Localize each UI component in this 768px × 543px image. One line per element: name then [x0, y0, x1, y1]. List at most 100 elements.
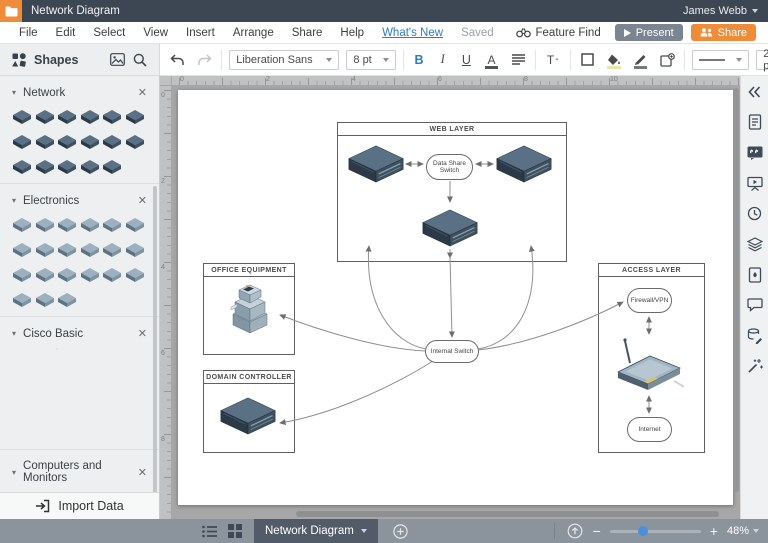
- v-scrollbar[interactable]: [733, 88, 739, 509]
- cisco-shape[interactable]: [12, 399, 33, 417]
- electronics-shape[interactable]: [35, 266, 56, 284]
- network-shape[interactable]: [125, 133, 146, 151]
- network-shape[interactable]: [12, 133, 33, 151]
- collapse-panel-icon[interactable]: [746, 83, 763, 100]
- line-style-select[interactable]: [692, 50, 749, 70]
- firewall-vpn-node[interactable]: Firewall/VPN: [627, 288, 672, 313]
- history-icon[interactable]: [746, 205, 763, 222]
- network-shape[interactable]: [12, 108, 33, 126]
- network-shape[interactable]: [57, 108, 78, 126]
- text-color-button[interactable]: A: [482, 50, 502, 70]
- section-collapse-icon[interactable]: ▾: [12, 329, 16, 338]
- network-shape[interactable]: [125, 108, 146, 126]
- electronics-shape[interactable]: [57, 241, 78, 259]
- layers-icon[interactable]: [746, 236, 763, 253]
- sidebar-scrollbar[interactable]: [153, 186, 157, 506]
- section-collapse-icon[interactable]: ▾: [12, 88, 16, 97]
- cisco-shape[interactable]: [80, 399, 101, 417]
- menu-item[interactable]: Insert: [177, 27, 224, 39]
- whats-new-link[interactable]: What's New: [373, 27, 452, 39]
- menu-item[interactable]: Select: [84, 27, 134, 39]
- menu-item[interactable]: Share: [283, 27, 332, 39]
- section-close-icon[interactable]: ✕: [138, 86, 147, 99]
- cisco-shape[interactable]: [57, 399, 78, 417]
- page-style-icon[interactable]: [746, 266, 763, 283]
- electronics-shape[interactable]: [80, 266, 101, 284]
- cisco-shape[interactable]: [57, 374, 78, 392]
- web-server-right-shape[interactable]: [495, 143, 553, 185]
- menu-item[interactable]: View: [134, 27, 177, 39]
- feature-find-button[interactable]: Feature Find: [516, 27, 601, 39]
- fill-color-button[interactable]: [604, 50, 624, 70]
- section-collapse-icon[interactable]: ▾: [12, 468, 16, 477]
- present-button[interactable]: Present: [615, 24, 683, 41]
- chat-icon[interactable]: [746, 297, 763, 314]
- network-shape[interactable]: [80, 133, 101, 151]
- section-collapse-icon[interactable]: ▾: [12, 196, 16, 205]
- cisco-shape[interactable]: [102, 349, 123, 367]
- zoom-level[interactable]: 48%: [727, 525, 759, 537]
- image-icon[interactable]: [110, 53, 125, 66]
- shape-section-header[interactable]: ▾Computers and Monitors✕: [0, 455, 159, 491]
- data-share-switch-node[interactable]: Data Share Switch: [426, 154, 473, 180]
- cisco-shape[interactable]: [12, 374, 33, 392]
- add-page-button[interactable]: [388, 519, 414, 543]
- shape-actions-button[interactable]: [657, 50, 677, 70]
- line-color-button[interactable]: [631, 50, 651, 70]
- slideshow-icon[interactable]: [746, 175, 763, 192]
- cisco-shape[interactable]: [12, 424, 33, 442]
- shape-section-header[interactable]: ▾Electronics✕: [0, 189, 159, 214]
- network-shape[interactable]: [35, 158, 56, 176]
- menu-item[interactable]: File: [10, 27, 47, 39]
- network-shape[interactable]: [35, 108, 56, 126]
- network-shape[interactable]: [102, 133, 123, 151]
- office-printer-shape[interactable]: [227, 280, 273, 338]
- section-close-icon[interactable]: ✕: [138, 327, 147, 340]
- domain-controller-server-shape[interactable]: [219, 395, 277, 437]
- notes-icon[interactable]: [746, 114, 763, 131]
- underline-button[interactable]: U: [458, 53, 475, 67]
- network-shape[interactable]: [57, 158, 78, 176]
- font-size-select[interactable]: 8 pt: [346, 50, 395, 70]
- zoom-slider-knob[interactable]: [638, 526, 648, 536]
- zoom-fit-button[interactable]: [566, 519, 584, 543]
- wireless-router-shape[interactable]: [614, 336, 684, 392]
- cisco-shape[interactable]: [35, 349, 56, 367]
- h-scrollbar-thumb[interactable]: [296, 511, 719, 517]
- menu-item[interactable]: Help: [331, 27, 373, 39]
- undo-button[interactable]: [168, 50, 188, 70]
- network-shape[interactable]: [35, 133, 56, 151]
- bold-button[interactable]: B: [411, 53, 428, 67]
- electronics-shape[interactable]: [57, 266, 78, 284]
- v-scrollbar-thumb[interactable]: [733, 88, 739, 492]
- internet-node[interactable]: Internet: [627, 417, 672, 442]
- electronics-shape[interactable]: [57, 216, 78, 234]
- cisco-shape[interactable]: [57, 349, 78, 367]
- menu-item[interactable]: Edit: [47, 27, 85, 39]
- cisco-shape[interactable]: [102, 374, 123, 392]
- text-align-button[interactable]: [508, 50, 528, 70]
- h-scrollbar[interactable]: [174, 511, 730, 517]
- cisco-shape[interactable]: [12, 349, 33, 367]
- cisco-shape[interactable]: [102, 399, 123, 417]
- cisco-shape[interactable]: [125, 349, 146, 367]
- shape-outline-button[interactable]: [578, 50, 598, 70]
- cisco-shape[interactable]: [35, 374, 56, 392]
- menu-item[interactable]: Arrange: [224, 27, 283, 39]
- electronics-shape[interactable]: [35, 216, 56, 234]
- network-shape[interactable]: [57, 133, 78, 151]
- cisco-shape[interactable]: [80, 374, 101, 392]
- cisco-shape[interactable]: [125, 399, 146, 417]
- electronics-shape[interactable]: [57, 291, 78, 309]
- zoom-slider[interactable]: [610, 530, 701, 533]
- shape-section-header[interactable]: ▾Network✕: [0, 81, 159, 106]
- electronics-shape[interactable]: [102, 216, 123, 234]
- user-menu[interactable]: James Webb: [683, 5, 758, 17]
- comments-quote-icon[interactable]: [746, 144, 763, 161]
- network-shape[interactable]: [102, 158, 123, 176]
- share-button[interactable]: Share: [691, 24, 756, 41]
- electronics-shape[interactable]: [125, 266, 146, 284]
- canvas-page[interactable]: WEB LAYER OFFICE EQUIPMENT DOMAIN CONTRO…: [178, 90, 733, 505]
- home-folder-button[interactable]: [0, 0, 22, 22]
- section-close-icon[interactable]: ✕: [138, 466, 147, 479]
